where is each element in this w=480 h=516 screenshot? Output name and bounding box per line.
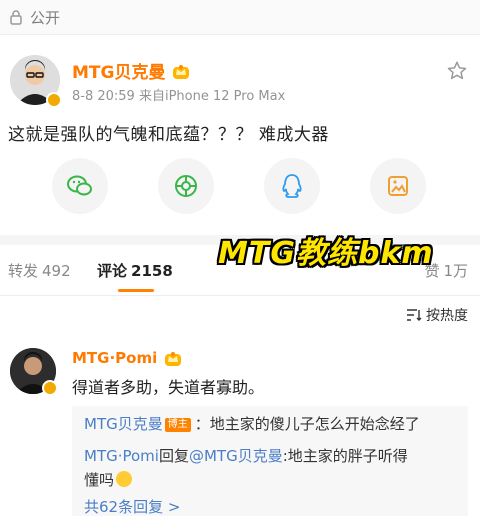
sort-label: 按热度	[426, 308, 468, 324]
reply-item: MTG贝克曼 博主 ：地主家的傻儿子怎么开始念经了	[84, 412, 420, 436]
reply-thread[interactable]: MTG贝克曼 博主 ：地主家的傻儿子怎么开始念经了 MTG·Pomi回复@MTG贝克…	[72, 406, 468, 516]
reply-text: ：地主家的傻儿子怎么开始念经了	[194, 415, 420, 433]
wechat-icon	[67, 175, 92, 196]
sort-button[interactable]: 按热度	[406, 305, 468, 325]
active-tab-indicator	[118, 289, 154, 292]
share-wechat-button[interactable]	[52, 158, 108, 214]
author-name-text: MTG贝克曼	[72, 63, 166, 83]
reply-author[interactable]: MTG贝克曼	[84, 415, 163, 433]
share-row	[0, 158, 480, 218]
share-image-button[interactable]	[370, 158, 426, 214]
reply-author[interactable]: MTG·Pomi	[84, 447, 159, 465]
tab-comments-count: 2158	[131, 262, 173, 280]
divider	[0, 34, 480, 35]
commenter-name-text: MTG·Pomi	[72, 349, 158, 367]
tab-comments[interactable]: 评论 2158	[97, 260, 173, 281]
reply-text-cont: 懂吗	[84, 471, 115, 489]
tab-likes-count: 1万	[443, 262, 468, 280]
image-share-icon	[388, 176, 408, 196]
commenter-name[interactable]: MTG·Pomi	[72, 348, 183, 368]
share-moments-button[interactable]	[158, 158, 214, 214]
more-replies-link[interactable]: 共62条回复 >	[84, 496, 180, 516]
tab-repost[interactable]: 转发 492	[8, 260, 71, 281]
verified-badge-icon	[42, 380, 58, 396]
tab-comments-label: 评论	[97, 262, 128, 280]
crown-icon	[165, 352, 182, 366]
post-text: 这就是强队的气魄和底蕴？？？ 难成大器	[8, 125, 329, 145]
author-tag-badge: 博主	[164, 418, 191, 432]
tab-repost-label: 转发	[8, 262, 39, 280]
reply-item: MTG·Pomi回复@MTG贝克曼:地主家的胖子听得 懂吗	[84, 444, 408, 492]
reply-verb: 回复	[158, 447, 189, 465]
visibility-label: 公开	[30, 8, 61, 27]
crown-icon	[173, 64, 190, 79]
moments-icon	[175, 175, 197, 197]
reply-text: :地主家的胖子听得	[282, 447, 408, 465]
favorite-star-icon[interactable]	[446, 60, 468, 82]
tab-repost-count: 492	[42, 262, 71, 280]
reply-mention[interactable]: @MTG贝克曼	[189, 447, 283, 465]
lock-icon	[10, 10, 22, 25]
comment-text: 得道者多助，失道者寡助。	[72, 378, 265, 397]
qq-icon	[282, 174, 302, 198]
author-name[interactable]: MTG贝克曼	[72, 58, 191, 83]
divider	[0, 295, 480, 296]
share-qq-button[interactable]	[264, 158, 320, 214]
visibility-bar: 公开	[0, 0, 480, 34]
verified-badge-icon	[46, 92, 62, 108]
sort-icon	[407, 309, 422, 321]
smirk-emoji-icon	[116, 471, 133, 487]
post-meta: 8-8 20:59 来自iPhone 12 Pro Max	[72, 89, 286, 104]
watermark-overlay: MTG教练bkm	[218, 236, 434, 271]
